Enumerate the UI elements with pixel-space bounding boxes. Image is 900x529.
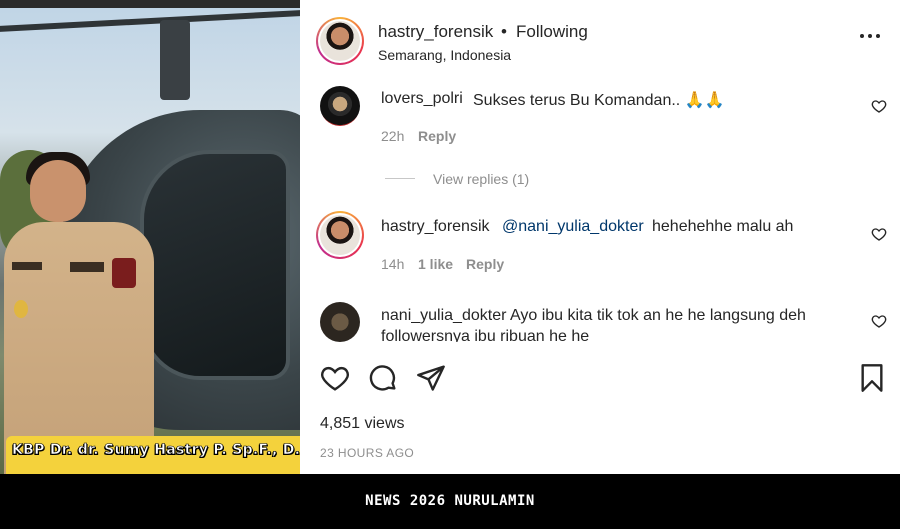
reply-button[interactable]: Reply [418,128,456,144]
bookmark-icon[interactable] [856,362,888,394]
author-username[interactable]: hastry_forensik [378,22,493,42]
replies-divider [385,178,415,179]
comment-time[interactable]: 22h [381,128,404,144]
more-horizontal-icon[interactable] [860,34,880,40]
uniform-name-tag [12,262,42,270]
uniform-medal [14,300,28,318]
header-separator-dot: • [501,22,507,41]
commenter-avatar[interactable] [316,211,364,259]
comment-username[interactable]: hastry_forensik [381,218,490,236]
author-avatar[interactable] [316,17,364,65]
watermark-text: NEWS 2026 NURULAMIN [365,493,535,509]
person-face [30,160,86,222]
helicopter-mast [160,20,190,100]
reply-button[interactable]: Reply [466,256,504,272]
comment-username[interactable]: lovers_polri [381,90,463,108]
paper-plane-icon[interactable] [415,362,447,394]
helicopter-window [140,150,290,380]
view-replies-button[interactable]: View replies (1) [433,171,529,187]
comment-like-icon[interactable] [871,226,887,242]
media-top-strip [0,0,300,8]
media-caption: KBP Dr. dr. Sumy Hastry P. Sp.F., D.F.M [12,442,300,458]
comment-bubble-icon[interactable] [367,362,399,394]
post-timestamp: 23 HOURS AGO [320,446,415,460]
shoulder-patch [112,258,136,288]
heart-icon[interactable] [319,362,351,394]
comment-username[interactable]: nani_yulia_dokter [381,307,506,324]
helicopter-rotor [0,9,300,33]
commenter-avatar[interactable] [320,86,360,126]
post-detail-panel: hastry_forensik • Following Semarang, In… [300,0,900,474]
view-count[interactable]: 4,851 views [320,415,405,433]
comment-like-icon[interactable] [871,98,887,114]
uniform-polri-tag [70,262,104,272]
comment-time[interactable]: 14h [381,256,404,272]
comment-mention[interactable]: @nani_yulia_dokter [502,218,644,236]
commenter-avatar[interactable] [320,302,360,342]
comment-body: nani_yulia_dokter Ayo ibu kita tik tok a… [381,305,861,342]
post-media[interactable]: KBP Dr. dr. Sumy Hastry P. Sp.F., D.F.M [0,0,300,474]
following-button[interactable]: Following [516,22,588,42]
comment-text: Sukses terus Bu Komandan.. 🙏🙏 [473,92,725,109]
comment-text: hehehehhe malu ah [652,218,794,235]
comment-like-count[interactable]: 1 like [418,256,453,272]
comment-like-icon[interactable] [871,313,887,329]
post-location[interactable]: Semarang, Indonesia [378,47,511,63]
watermark-bar: NEWS 2026 NURULAMIN [0,474,900,529]
